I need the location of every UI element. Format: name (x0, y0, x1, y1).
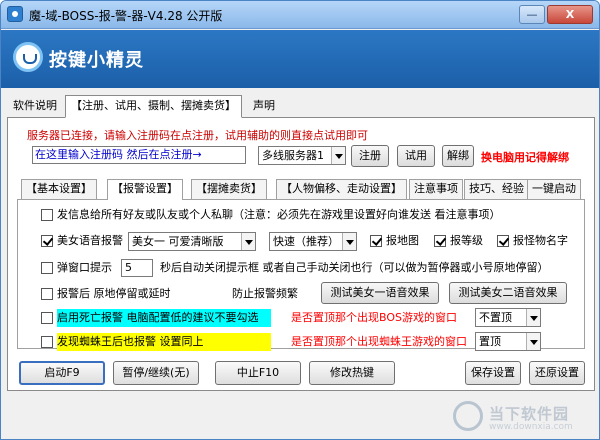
minimize-button[interactable]: — (519, 5, 545, 24)
report-level-checkbox[interactable] (434, 235, 446, 247)
report-map-label: 报地图 (386, 234, 419, 247)
tab-character-offset[interactable]: 【人物偏移、走动设置】 (276, 179, 407, 199)
logo-icon (13, 42, 43, 72)
chevron-down-icon (526, 333, 540, 350)
save-settings-button[interactable]: 保存设置 (465, 361, 521, 385)
bos-window-select[interactable]: 不置顶 (475, 308, 541, 327)
restore-settings-button[interactable]: 还原设置 (529, 361, 585, 385)
prevent-frequent-label: 防止报警频繁 (232, 287, 298, 300)
bos-window-label: 是否置顶那个出现BOS游戏的窗口 (291, 311, 457, 324)
tab-statement[interactable]: 声明 (247, 95, 281, 117)
trial-button[interactable]: 试用 (397, 145, 435, 167)
chevron-down-icon (331, 147, 345, 164)
stop-button[interactable]: 中止F10 (215, 361, 301, 385)
popup-desc: 秒后自动关闭提示框 或者自己手动关闭也行（可以做为暂停器或小号原地停留） (160, 261, 549, 274)
spider-window-label: 是否置顶那个出现蜘蛛王游戏的窗口 (291, 335, 467, 348)
spider-alarm-checkbox[interactable] (41, 336, 53, 348)
send-message-label: 发信息给所有好友或队友或个人私聊（注意：必须先在游戏里设置好向谁发送 看注意事项… (57, 208, 501, 221)
app-window: 魔-域-BOSS-报-警-器-V4.28 公开版 — X 按键小精灵 软件说明 … (0, 0, 600, 440)
report-monster-label: 报怪物名字 (513, 234, 568, 247)
tab-stall-selling[interactable]: 【摆摊卖货】 (191, 179, 267, 199)
title-bar[interactable]: 魔-域-BOSS-报-警-器-V4.28 公开版 — X (1, 1, 599, 29)
tab-one-click-start[interactable]: 一键启动 (527, 179, 581, 199)
start-button[interactable]: 启动F9 (19, 361, 105, 385)
death-alarm-checkbox[interactable] (41, 312, 53, 324)
death-alarm-label: 启用死亡报警 电脑配置低的建议不要勾选 (57, 309, 271, 327)
report-map-checkbox[interactable] (370, 235, 382, 247)
unbind-button[interactable]: 解绑 (442, 145, 474, 167)
settings-tabs: 【基本设置】 【报警设置】 【摆摊卖货】 【人物偏移、走动设置】 注意事项 技巧… (7, 179, 595, 200)
speed-select-value: 快速（推荐） (273, 235, 339, 248)
main-tabs: 软件说明 【注册、试用、摄制、摆摊卖货】 声明 (1, 95, 599, 118)
chevron-down-icon (526, 309, 540, 326)
connection-info: 服务器已连接，请输入注册码在点注册，试用辅助的则直接点试用即可 (27, 129, 368, 142)
close-button[interactable]: X (547, 5, 593, 24)
popup-checkbox[interactable] (41, 262, 53, 274)
app-icon (7, 6, 23, 22)
test-voice2-button[interactable]: 测试美女二语音效果 (449, 282, 567, 304)
register-code-input[interactable]: 在这里输入注册码 然后在点注册→ (32, 146, 246, 164)
bos-window-select-value: 不置顶 (479, 311, 512, 324)
stop-after-alarm-checkbox[interactable] (41, 288, 53, 300)
tab-alarm-settings[interactable]: 【报警设置】 (107, 179, 183, 200)
pause-button[interactable]: 暂停/继续(无) (113, 361, 199, 385)
register-button[interactable]: 注册 (351, 145, 389, 167)
tab-tips[interactable]: 技巧、经验 (464, 179, 529, 199)
popup-seconds-input[interactable]: 5 (121, 259, 153, 277)
voice-alarm-checkbox[interactable] (41, 235, 53, 247)
report-level-label: 报等级 (450, 234, 483, 247)
voice-select-value: 美女一 可爱清晰版 (132, 235, 224, 248)
tab-register[interactable]: 【注册、试用、摄制、摆摊卖货】 (65, 95, 242, 118)
watermark-url: www.downxia.com (489, 422, 573, 432)
unbind-notice: 换电脑用记得解绑 (481, 151, 569, 164)
send-message-checkbox[interactable] (41, 209, 53, 221)
watermark-logo-icon (453, 401, 483, 431)
stop-after-alarm-label: 报警后 原地停留或延时 (57, 287, 171, 300)
hotkey-button[interactable]: 修改热键 (309, 361, 395, 385)
voice-select[interactable]: 美女一 可爱清晰版 (128, 232, 256, 251)
test-voice1-button[interactable]: 测试美女一语音效果 (321, 282, 439, 304)
chevron-down-icon (342, 233, 356, 250)
logo-text: 按键小精灵 (49, 50, 144, 71)
speed-select[interactable]: 快速（推荐） (269, 232, 357, 251)
server-select[interactable]: 多线服务器1 (258, 146, 346, 165)
spider-window-select[interactable]: 置顶 (475, 332, 541, 351)
voice-alarm-label: 美女语音报警 (57, 234, 123, 247)
spider-alarm-label: 发现蜘蛛王后也报警 设置同上 (57, 333, 271, 351)
spider-window-select-value: 置顶 (479, 335, 501, 348)
popup-label: 弹窗口提示 (57, 261, 112, 274)
header-banner: 按键小精灵 (1, 30, 599, 88)
tab-software-info[interactable]: 软件说明 (7, 95, 63, 117)
window-title: 魔-域-BOSS-报-警-器-V4.28 公开版 (29, 9, 223, 23)
tab-basic-settings[interactable]: 【基本设置】 (21, 179, 97, 199)
chevron-down-icon (241, 233, 255, 250)
report-monster-checkbox[interactable] (497, 235, 509, 247)
server-select-value: 多线服务器1 (262, 149, 324, 162)
watermark: 当下软件园 www.downxia.com (447, 399, 597, 437)
watermark-text: 当下软件园 (489, 405, 570, 423)
tab-notes[interactable]: 注意事项 (409, 179, 463, 199)
